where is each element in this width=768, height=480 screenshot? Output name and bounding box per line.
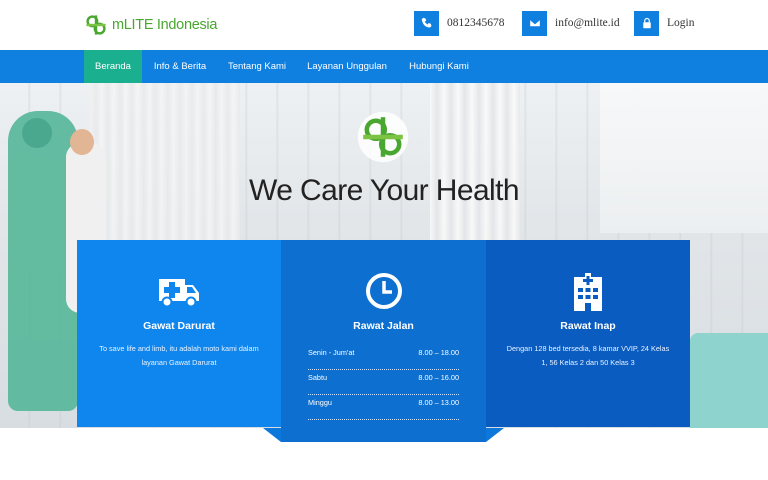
main-nav: Beranda Info & Berita Tentang Kami Layan… [0,50,768,83]
nav-item-beranda[interactable]: Beranda [84,50,142,83]
phone-icon [414,10,439,36]
nav-item-hubungi-kami[interactable]: Hubungi Kami [402,50,476,83]
lock-icon [634,10,659,36]
nav-item-label: Info & Berita [153,61,207,72]
hero-background-nurse-head [70,129,94,155]
nav-item-info-berita[interactable]: Info & Berita [148,50,212,83]
top-header: mLITE Indonesia 0812345678 info@mlite.id… [0,0,768,50]
hero-logo-icon [357,111,409,163]
panel-corner-decoration [486,428,504,442]
service-title: Rawat Inap [560,320,616,332]
login-label: Login [667,17,695,29]
hours-time: 8.00 – 16.00 [418,373,459,382]
phone-number: 0812345678 [447,17,505,29]
nav-item-tentang-kami[interactable]: Tentang Kami [222,50,292,83]
phone-contact[interactable]: 0812345678 [414,10,505,36]
brand-name: mLITE Indonesia [112,17,218,33]
email-address: info@mlite.id [555,17,620,29]
hero-background-doctor-head [22,118,52,148]
opening-hours-row: Sabtu 8.00 – 16.00 [308,370,459,395]
nav-item-label: Beranda [95,61,131,72]
service-panel-gawat-darurat[interactable]: Gawat Darurat To save life and limb, itu… [77,240,281,427]
hero-background-bed [690,333,768,428]
panel-corner-decoration [263,428,281,442]
opening-hours-row: Minggu 8.00 – 13.00 [308,395,459,420]
hours-time: 8.00 – 18.00 [418,348,459,357]
ambulance-icon [159,279,199,308]
nav-item-label: Hubungi Kami [409,61,469,72]
service-description: To save life and limb, itu adalah moto k… [99,344,259,367]
service-description: Dengan 128 bed tersedia, 8 kamar VVIP, 2… [506,344,670,367]
login-link[interactable]: Login [634,10,694,36]
service-panel-rawat-inap[interactable]: Rawat Inap Dengan 128 bed tersedia, 8 ka… [486,240,690,427]
email-contact[interactable]: info@mlite.id [522,10,620,36]
opening-hours-row: Senin - Jum'at 8.00 – 18.00 [308,345,459,370]
hero-background-curtain [430,83,520,253]
opening-hours-list: Senin - Jum'at 8.00 – 18.00 Sabtu 8.00 –… [308,345,459,420]
envelope-icon [522,10,547,36]
service-title: Gawat Darurat [143,320,215,332]
brand-link[interactable]: mLITE Indonesia [84,12,217,38]
hero-background-curtain [90,83,240,243]
hero-title: We Care Your Health [249,174,519,207]
brand-logo-icon [86,15,106,35]
nav-item-label: Tentang Kami [227,61,287,72]
service-title: Rawat Jalan [353,320,414,332]
nav-item-label: Layanan Unggulan [307,61,387,72]
hospital-icon [574,273,602,311]
clock-icon [365,273,402,309]
hours-day: Senin - Jum'at [308,348,355,357]
service-panel-rawat-jalan[interactable]: Rawat Jalan Senin - Jum'at 8.00 – 18.00 … [281,240,486,442]
hours-time: 8.00 – 13.00 [418,398,459,407]
hours-day: Minggu [308,398,332,407]
hero-background-window [600,83,768,233]
nav-item-layanan-unggulan[interactable]: Layanan Unggulan [302,50,392,83]
hours-day: Sabtu [308,373,328,382]
